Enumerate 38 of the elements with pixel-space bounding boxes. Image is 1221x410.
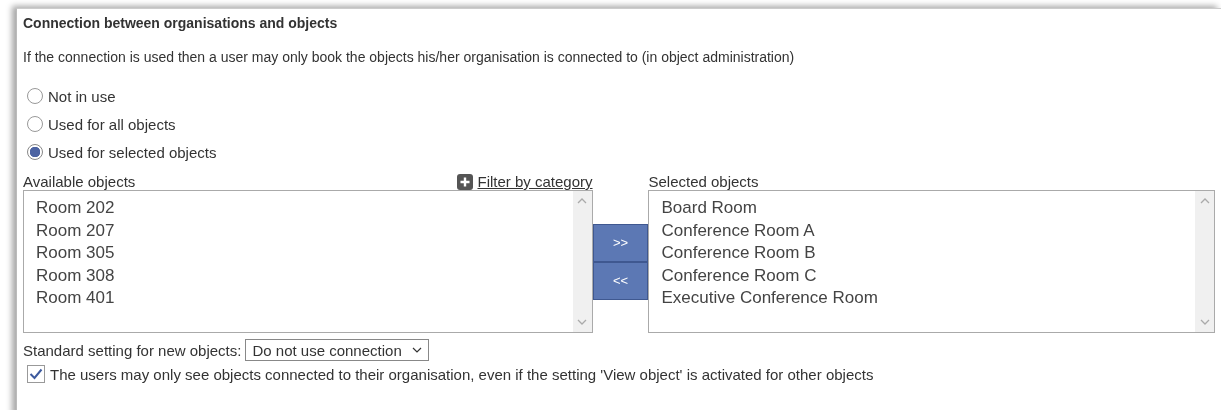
list-item[interactable]: Conference Room C	[661, 264, 1183, 287]
list-item[interactable]: Room 202	[36, 197, 561, 220]
filter-link[interactable]: Filter by category	[457, 173, 593, 190]
list-item[interactable]: Board Room	[661, 197, 1183, 220]
scroll-down-icon	[577, 318, 587, 326]
radio-label[interactable]: Used for all objects	[48, 115, 176, 133]
checkbox-label[interactable]: The users may only see objects connected to their organisation, even if the setting 'View object' is activated for other objects	[50, 365, 874, 383]
radio-button[interactable]	[27, 88, 43, 104]
move-button[interactable]: <<	[592, 261, 649, 300]
check-icon	[29, 368, 43, 380]
dropdown[interactable]: Do not use connection	[245, 339, 429, 361]
list-item[interactable]: Room 401	[36, 287, 561, 310]
radio-label[interactable]: Used for selected objects	[48, 143, 217, 161]
list-box[interactable]: Room 202 Room 207 Room 305 Room 308 Room 401	[23, 190, 593, 333]
list-item[interactable]: Conference Room A	[661, 219, 1183, 242]
plus-icon	[457, 173, 474, 190]
list-label: Available objects	[23, 173, 136, 190]
scroll-up-icon	[577, 197, 587, 205]
list-item[interactable]: Room 308	[36, 264, 561, 287]
list-item[interactable]: Conference Room B	[661, 242, 1183, 265]
field-label: Standard setting for new objects:	[23, 341, 242, 359]
scroll-up-icon	[1199, 197, 1210, 205]
scroll-down-icon	[1199, 318, 1210, 326]
radio-label[interactable]: Not in use	[48, 87, 116, 105]
list-item[interactable]: Room 305	[36, 242, 561, 265]
scrollbar[interactable]	[1195, 191, 1214, 332]
list-item[interactable]: Room 207	[36, 219, 561, 242]
list-box[interactable]: Board Room Conference Room A Conference Room B Conference Room C Executive Conference Room	[648, 190, 1215, 333]
checkbox[interactable]	[27, 365, 45, 383]
list-label: Selected objects	[648, 173, 759, 190]
move-button[interactable]: >>	[592, 223, 649, 262]
list-item[interactable]: Executive Conference Room	[661, 287, 1183, 310]
radio-button[interactable]	[27, 116, 43, 132]
description-text: If the connection is used then a user may only book the objects his/her organisation is connected to (in object administration)	[23, 49, 796, 67]
chevron-down-icon	[411, 347, 422, 353]
section-title: Connection between organisations and objects	[23, 14, 339, 33]
scrollbar[interactable]	[572, 191, 592, 332]
radio-button[interactable]	[27, 144, 43, 160]
